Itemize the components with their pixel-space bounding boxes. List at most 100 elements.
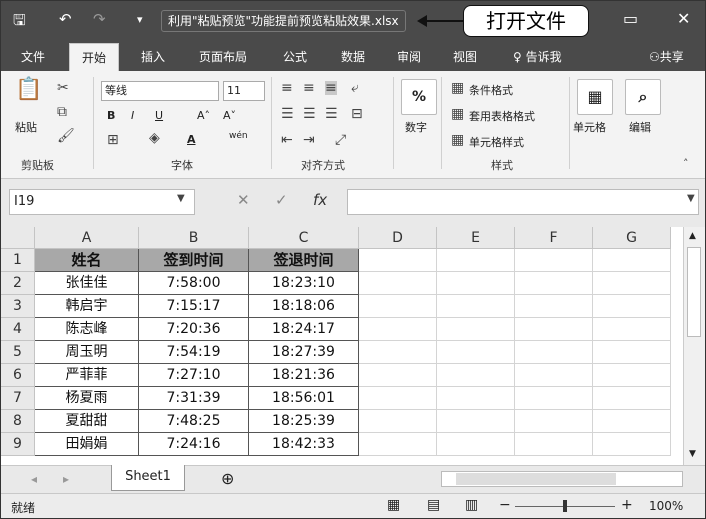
cell-g4[interactable] (593, 318, 671, 341)
cell-f3[interactable] (515, 295, 593, 318)
cell-f5[interactable] (515, 341, 593, 364)
cell-c7[interactable]: 18:56:01 (249, 387, 359, 410)
cells-label[interactable]: 单元格 (573, 119, 606, 135)
cell-b1[interactable]: 签到时间 (139, 249, 249, 272)
column-header-c[interactable]: C (249, 227, 359, 249)
undo-icon[interactable]: ↶ (59, 10, 72, 28)
cell-e4[interactable] (437, 318, 515, 341)
zoom-out-icon[interactable]: − (499, 497, 511, 513)
cell-f6[interactable] (515, 364, 593, 387)
cell-a7[interactable]: 杨夏雨 (35, 387, 139, 410)
tab-formulas[interactable]: 公式 (283, 48, 307, 65)
italic-button[interactable]: I (131, 109, 134, 122)
cell-e2[interactable] (437, 272, 515, 295)
cell-a6[interactable]: 严菲菲 (35, 364, 139, 387)
cell-c8[interactable]: 18:25:39 (249, 410, 359, 433)
cell-c1[interactable]: 签退时间 (249, 249, 359, 272)
table-format-button[interactable]: 套用表格格式 (469, 108, 535, 124)
row-header-3[interactable]: 3 (1, 295, 35, 318)
cell-f2[interactable] (515, 272, 593, 295)
align-left-icon[interactable]: ☰ (281, 107, 294, 121)
cell-g3[interactable] (593, 295, 671, 318)
expand-formula-icon[interactable]: ▼ (687, 193, 695, 204)
column-header-f[interactable]: F (515, 227, 593, 249)
cell-c4[interactable]: 18:24:17 (249, 318, 359, 341)
font-size-select[interactable]: 11 (223, 81, 265, 101)
cell-g1[interactable] (593, 249, 671, 272)
row-header-1[interactable]: 1 (1, 249, 35, 272)
column-header-d[interactable]: D (359, 227, 437, 249)
cell-a5[interactable]: 周玉明 (35, 341, 139, 364)
cell-f9[interactable] (515, 433, 593, 456)
cell-e3[interactable] (437, 295, 515, 318)
cell-f7[interactable] (515, 387, 593, 410)
cell-d5[interactable] (359, 341, 437, 364)
share-button[interactable]: ⚇共享 (649, 48, 684, 65)
cell-e5[interactable] (437, 341, 515, 364)
scroll-thumb[interactable] (687, 247, 701, 337)
cell-d2[interactable] (359, 272, 437, 295)
tab-view[interactable]: 视图 (453, 48, 477, 65)
cell-e1[interactable] (437, 249, 515, 272)
save-icon[interactable]: 🖫 (13, 10, 26, 35)
page-layout-icon[interactable]: ▤ (427, 497, 440, 513)
tell-me-search[interactable]: ♀ 告诉我 (513, 48, 562, 65)
font-name-select[interactable]: 等线 (101, 81, 219, 101)
tab-review[interactable]: 审阅 (397, 48, 421, 65)
cell-d9[interactable] (359, 433, 437, 456)
insert-function-icon[interactable]: fx (313, 191, 327, 209)
align-middle-icon[interactable]: ≡ (303, 81, 315, 95)
column-header-b[interactable]: B (139, 227, 249, 249)
row-header-4[interactable]: 4 (1, 318, 35, 341)
cell-e8[interactable] (437, 410, 515, 433)
add-sheet-icon[interactable]: ⊕ (221, 469, 234, 488)
align-center-icon[interactable]: ☰ (303, 107, 316, 121)
select-all-corner[interactable] (1, 227, 35, 249)
increase-indent-icon[interactable]: ⇥ (303, 133, 315, 147)
next-sheet-icon[interactable]: ▸ (63, 472, 69, 486)
cell-c9[interactable]: 18:42:33 (249, 433, 359, 456)
cell-a3[interactable]: 韩启宇 (35, 295, 139, 318)
column-header-g[interactable]: G (593, 227, 671, 249)
vertical-scrollbar[interactable]: ▲ ▼ (683, 227, 705, 465)
border-icon[interactable]: ⊞ (107, 133, 119, 147)
wrap-text-icon[interactable]: ⤶ (351, 81, 359, 95)
name-box[interactable]: I19 (9, 189, 195, 215)
cell-a2[interactable]: 张佳佳 (35, 272, 139, 295)
sheet-tab-sheet1[interactable]: Sheet1 (111, 465, 185, 491)
redo-icon[interactable]: ↷ (93, 10, 106, 28)
row-header-6[interactable]: 6 (1, 364, 35, 387)
paste-label[interactable]: 粘贴 (15, 119, 37, 135)
align-top-icon[interactable]: ≡ (281, 81, 293, 95)
horizontal-scrollbar[interactable] (441, 471, 683, 487)
cell-b6[interactable]: 7:27:10 (139, 364, 249, 387)
orientation-icon[interactable]: ⤢ (335, 133, 346, 147)
cell-d1[interactable] (359, 249, 437, 272)
zoom-in-icon[interactable]: + (621, 497, 633, 513)
cell-d8[interactable] (359, 410, 437, 433)
scroll-up-icon[interactable]: ▲ (689, 231, 696, 241)
cell-c3[interactable]: 18:18:06 (249, 295, 359, 318)
cell-g5[interactable] (593, 341, 671, 364)
format-painter-icon[interactable]: 🖌 (57, 129, 75, 143)
name-box-dropdown-icon[interactable]: ▼ (177, 193, 185, 204)
edit-label[interactable]: 编辑 (629, 119, 651, 135)
cell-g6[interactable] (593, 364, 671, 387)
align-bottom-icon[interactable]: ≡ (325, 81, 337, 95)
collapse-ribbon-icon[interactable]: ˄ (683, 157, 689, 171)
decrease-indent-icon[interactable]: ⇤ (281, 133, 293, 147)
row-header-2[interactable]: 2 (1, 272, 35, 295)
cell-c5[interactable]: 18:27:39 (249, 341, 359, 364)
cells-icon[interactable]: ▦ (577, 79, 613, 115)
cell-style-button[interactable]: 单元格样式 (469, 134, 524, 150)
number-label[interactable]: 数字 (405, 119, 427, 135)
close-icon[interactable]: ✕ (677, 9, 690, 28)
tab-page-layout[interactable]: 页面布局 (199, 48, 247, 65)
cell-c2[interactable]: 18:23:10 (249, 272, 359, 295)
cancel-icon[interactable]: ✕ (237, 191, 250, 209)
tab-file[interactable]: 文件 (21, 48, 45, 65)
tab-insert[interactable]: 插入 (141, 48, 165, 65)
cell-b4[interactable]: 7:20:36 (139, 318, 249, 341)
cell-b7[interactable]: 7:31:39 (139, 387, 249, 410)
cell-g7[interactable] (593, 387, 671, 410)
